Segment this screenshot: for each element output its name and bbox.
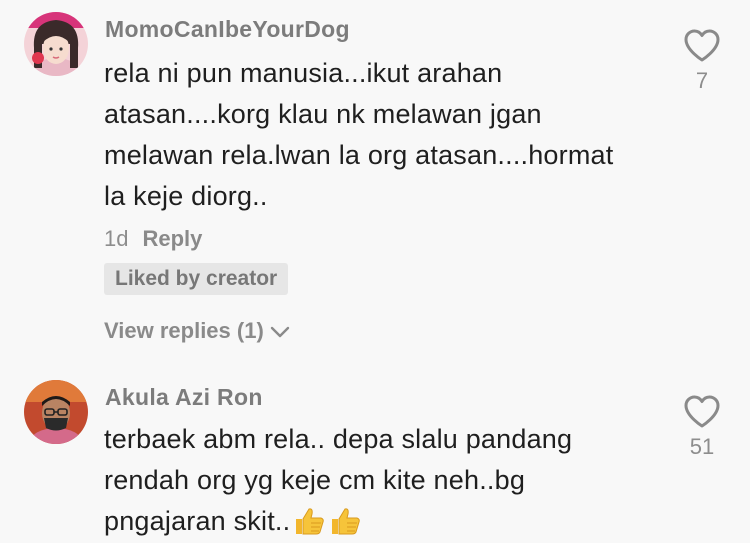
avatar[interactable] — [24, 380, 88, 444]
comment-meta: 1d Reply — [104, 226, 202, 252]
comment-username[interactable]: Akula Azi Ron — [105, 384, 263, 411]
comment-text-line: terbaek abm rela.. depa slalu pandang — [104, 424, 573, 454]
comment-text-line: rendah org yg keje cm kite neh..bg — [104, 465, 526, 495]
comment-item: MomoCanIbeYourDog rela ni pun manusia...… — [0, 0, 750, 360]
chevron-down-icon — [270, 326, 289, 338]
comment-username[interactable]: MomoCanIbeYourDog — [105, 16, 350, 43]
comment-text-line: la keje diorg.. — [104, 181, 268, 211]
user-avatar-man-icon — [24, 380, 88, 444]
reply-button[interactable]: Reply — [142, 226, 202, 251]
like-count: 7 — [695, 68, 709, 93]
comment-item: Akula Azi Ron terbaek abm rela.. depa sl… — [0, 360, 750, 541]
heart-icon — [684, 395, 720, 428]
comment-text-line: atasan....korg klau nk melawan jgan — [104, 99, 542, 129]
comment-text-line: melawan rela.lwan la org atasan....horma… — [104, 140, 614, 170]
like-count: 51 — [689, 434, 715, 459]
thumbs-up-icon — [292, 506, 326, 543]
user-avatar-girl-icon — [24, 12, 88, 76]
comment-text-line: pngajaran skit.. — [104, 506, 362, 543]
thumbs-up-icon — [328, 506, 362, 543]
view-replies-button[interactable]: View replies (1) — [104, 318, 290, 344]
liked-by-creator-badge: Liked by creator — [104, 263, 289, 295]
comment-timestamp: 1d — [104, 226, 129, 251]
comment-text: pngajaran skit.. — [104, 506, 291, 536]
comment-text-line: rela ni pun manusia...ikut arahan — [104, 58, 503, 88]
view-replies-label: View replies (1) — [104, 318, 264, 343]
avatar[interactable] — [24, 12, 88, 76]
like-button[interactable] — [683, 28, 721, 64]
like-button[interactable] — [683, 394, 721, 430]
heart-icon — [684, 29, 720, 62]
